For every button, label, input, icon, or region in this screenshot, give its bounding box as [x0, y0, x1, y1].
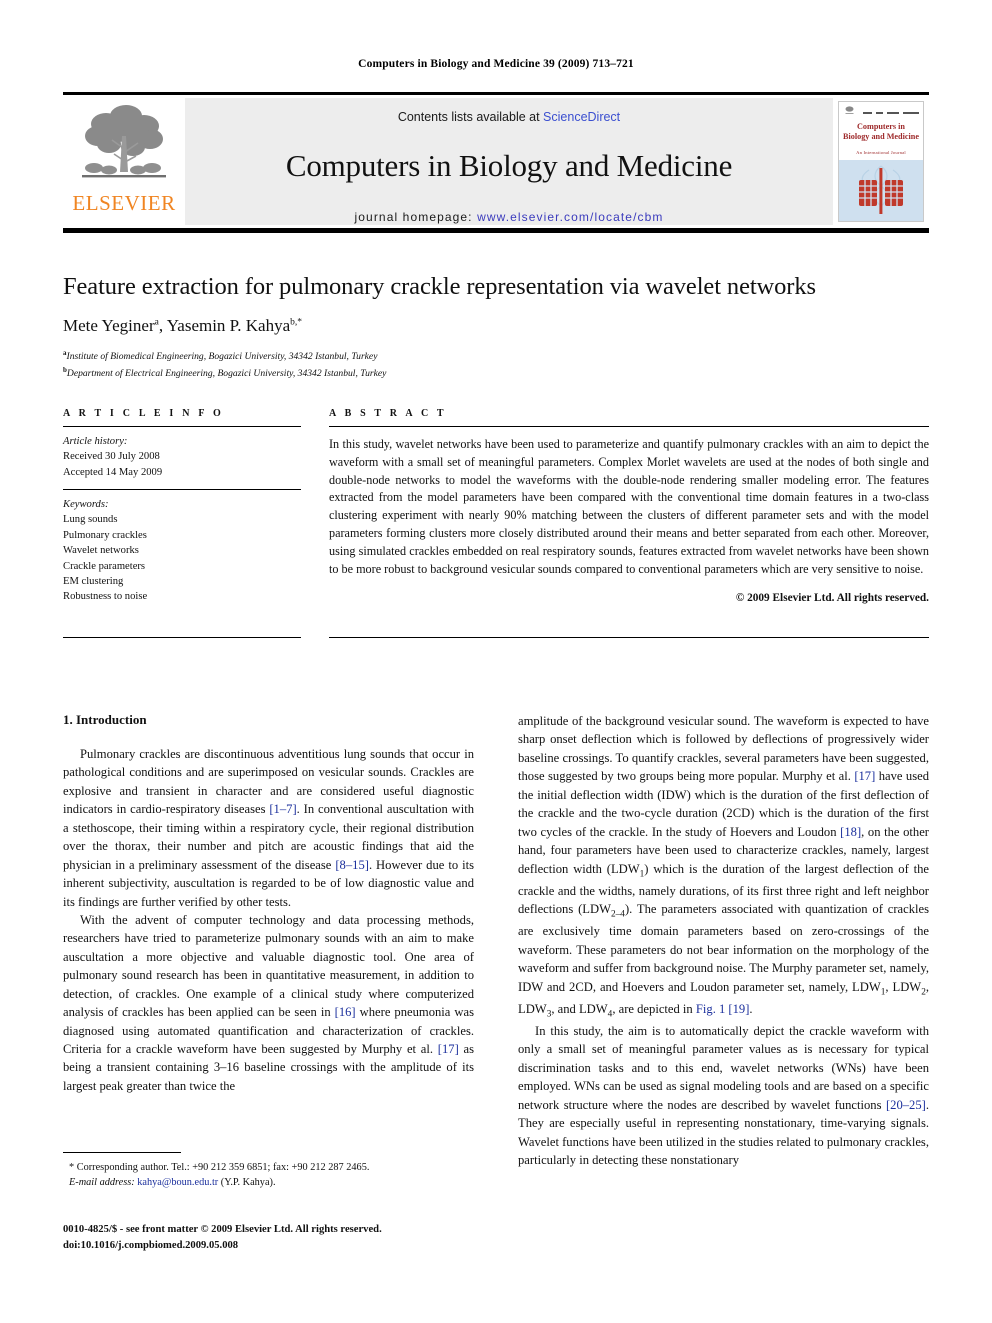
abstract-text: In this study, wavelet networks have bee…: [329, 437, 929, 576]
right-paragraphs: amplitude of the background vesicular so…: [518, 712, 929, 1169]
masthead-center: Contents lists available at ScienceDirec…: [185, 98, 833, 225]
citation-link[interactable]: [1–7]: [269, 802, 296, 816]
journal-homepage-line: journal homepage: www.elsevier.com/locat…: [355, 210, 664, 224]
info-abstract-block: A R T I C L E I N F O Article history: R…: [63, 408, 929, 605]
journal-cover-cell: Computers in Biology and Medicine An Int…: [833, 98, 929, 225]
keywords-label: Keywords:: [63, 499, 109, 511]
citation-link[interactable]: [8–15]: [335, 858, 369, 872]
running-head: Computers in Biology and Medicine 39 (20…: [358, 58, 634, 70]
imprint-doi-line: doi:10.1016/j.compbiomed.2009.05.008: [63, 1239, 239, 1251]
info-bottom-rule: [63, 637, 301, 638]
elsevier-logo: ELSEVIER: [63, 98, 185, 225]
author-second: Yasemin P. Kahya: [166, 316, 291, 336]
author-names: Mete Yeginera, Yasemin P. Kahyab,*: [63, 316, 302, 335]
journal-masthead: ELSEVIER Contents lists available at Sci…: [63, 92, 929, 225]
author-first: Mete Yeginer: [63, 316, 155, 336]
corresponding-author-footnote: * Corresponding author. Tel.: +90 212 35…: [63, 1152, 474, 1191]
imprint-footer: 0010-4825/$ - see front matter © 2009 El…: [63, 1222, 583, 1254]
article-info-column: A R T I C L E I N F O Article history: R…: [63, 408, 301, 605]
text-run: In this study, the aim is to automatical…: [518, 1023, 929, 1112]
affiliation-item: aInstitute of Biomedical Engineering, Bo…: [63, 348, 929, 365]
title-block: Feature extraction for pulmonary crackle…: [63, 272, 929, 382]
cover-caduceus-lung-icon: [859, 165, 903, 214]
sciencedirect-link[interactable]: ScienceDirect: [543, 110, 620, 124]
keyword-item: Pulmonary crackles: [63, 529, 147, 541]
affiliation-list: aInstitute of Biomedical Engineering, Bo…: [63, 348, 929, 381]
contents-prefix: Contents lists available at: [397, 110, 544, 124]
paragraph: With the advent of computer technology a…: [63, 911, 474, 1095]
journal-homepage-link[interactable]: www.elsevier.com/locate/cbm: [477, 210, 663, 224]
cover-title: Computers in Biology and Medicine: [843, 122, 919, 142]
citation-link[interactable]: Fig. 1 [19]: [696, 1002, 750, 1016]
paper-page: Computers in Biology and Medicine 39 (20…: [0, 0, 992, 1323]
footnote-rule: [63, 1152, 181, 1153]
article-history-received: Received 30 July 2008: [63, 451, 160, 463]
text-run: .: [749, 1001, 753, 1016]
affiliation-item: bDepartment of Electrical Engineering, B…: [63, 365, 929, 382]
author-separator: ,: [158, 316, 167, 336]
journal-cover-thumbnail: Computers in Biology and Medicine An Int…: [838, 101, 924, 222]
cover-subtitle: An International Journal: [856, 150, 906, 155]
affiliation-text: Department of Electrical Engineering, Bo…: [66, 368, 387, 380]
footnote-corresponding-line: * Corresponding author. Tel.: +90 212 35…: [69, 1162, 370, 1173]
email-link[interactable]: kahya@boun.edu.tr: [137, 1177, 218, 1188]
author-second-mark: b,*: [290, 317, 302, 328]
text-run: , are depicted in: [612, 1001, 696, 1016]
paragraph: In this study, the aim is to automatical…: [518, 1022, 929, 1170]
subscript: 2–4: [610, 909, 625, 920]
keywords-block: Keywords: Lung sounds Pulmonary crackles…: [63, 490, 301, 605]
article-history: Article history: Received 30 July 2008 A…: [63, 427, 301, 480]
keyword-item: EM clustering: [63, 575, 124, 587]
cover-lower-panel: [839, 160, 923, 221]
page-title: Feature extraction for pulmonary crackle…: [63, 273, 816, 300]
affiliation-text: Institute of Biomedical Engineering, Bog…: [66, 351, 378, 363]
contents-lists-line: Contents lists available at ScienceDirec…: [398, 110, 620, 124]
citation-link[interactable]: [16]: [335, 1005, 356, 1019]
elsevier-wordmark: ELSEVIER: [72, 191, 176, 215]
paragraph: amplitude of the background vesicular so…: [518, 712, 929, 1022]
section-heading-introduction: 1. Introduction: [63, 712, 147, 727]
citation-link[interactable]: [17]: [854, 769, 875, 783]
article-history-accepted: Accepted 14 May 2009: [63, 466, 163, 478]
masthead-bottom-rule: [63, 228, 929, 233]
author-list: Mete Yeginera, Yasemin P. Kahyab,*: [63, 316, 929, 336]
journal-title: Computers in Biology and Medicine: [285, 148, 733, 183]
keyword-item: Wavelet networks: [63, 545, 139, 557]
citation-link[interactable]: [17]: [438, 1042, 459, 1056]
abstract-copyright: © 2009 Elsevier Ltd. All rights reserved…: [735, 591, 929, 604]
left-paragraphs: Pulmonary crackles are discontinuous adv…: [63, 745, 474, 1095]
text-run: , and LDW: [551, 1001, 608, 1016]
email-label: E-mail address:: [69, 1177, 135, 1189]
keyword-item: Robustness to noise: [63, 591, 148, 603]
keyword-item: Crackle parameters: [63, 560, 146, 572]
text-run: , LDW: [885, 979, 922, 994]
article-history-label: Article history:: [63, 436, 128, 447]
abstract-heading: A B S T R A C T: [329, 408, 447, 419]
text-run: With the advent of computer technology a…: [63, 912, 474, 1020]
article-info-heading: A R T I C L E I N F O: [63, 408, 224, 419]
footnote-email-line: E-mail address: kahya@boun.edu.tr (Y.P. …: [63, 1175, 474, 1190]
cover-top-rules: [845, 109, 919, 115]
abstract-column: A B S T R A C T In this study, wavelet n…: [329, 408, 929, 605]
paragraph: Pulmonary crackles are discontinuous adv…: [63, 745, 474, 911]
citation-link[interactable]: [20–25]: [886, 1098, 926, 1112]
elsevier-tree-icon: [82, 105, 166, 178]
homepage-prefix: journal homepage:: [354, 210, 478, 224]
imprint-issn-line: 0010-4825/$ - see front matter © 2009 El…: [63, 1224, 382, 1235]
citation-link[interactable]: [18]: [840, 825, 861, 839]
keyword-item: Lung sounds: [63, 514, 118, 526]
abstract-bottom-rule: [329, 637, 929, 638]
body-column-right: amplitude of the background vesicular so…: [518, 712, 929, 1232]
email-suffix: (Y.P. Kahya).: [218, 1177, 276, 1189]
